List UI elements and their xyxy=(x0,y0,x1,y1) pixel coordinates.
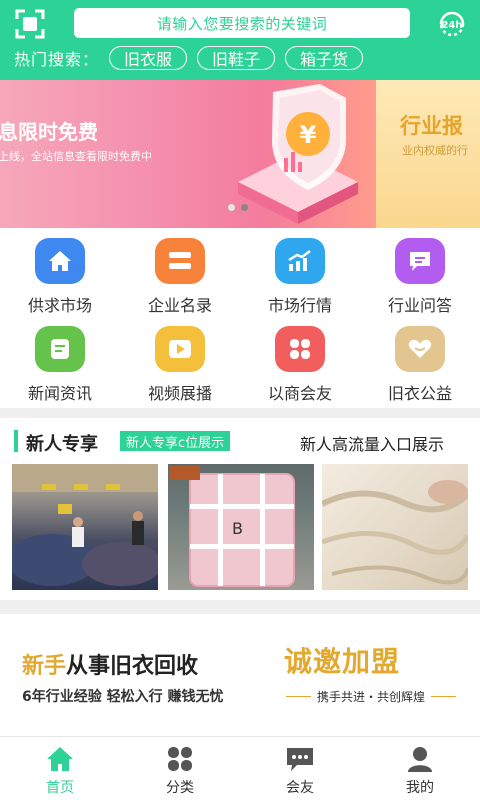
home-icon xyxy=(35,238,85,284)
grid-item-industry-qa[interactable]: 行业问答 xyxy=(360,228,480,316)
newbie-section-header: 新人专享 新人专享c位展示 新人高流量入口展示 xyxy=(0,424,480,458)
ad-subtitle: 6年行业经验 轻松入行 赚钱无忧 xyxy=(22,689,224,705)
banner-slide-main[interactable]: 息限时免费 上线，全站信息查看限时免费中 ¥ xyxy=(0,80,376,228)
nav-label: 我的 xyxy=(406,780,434,796)
nav-category[interactable]: 分类 xyxy=(120,737,240,800)
decor-line xyxy=(431,696,457,697)
document-icon xyxy=(35,326,85,372)
nav-label: 首页 xyxy=(46,780,74,796)
grid-icon xyxy=(165,745,195,773)
banner-next-title: 行业报 xyxy=(400,114,463,138)
grid-label: 市场行情 xyxy=(267,296,332,315)
svg-text:B: B xyxy=(232,519,243,538)
ad-join-subtitle: 携手共进・共创辉煌 xyxy=(286,688,457,705)
photo-bales[interactable]: B xyxy=(168,464,314,590)
nav-home[interactable]: 首页 xyxy=(0,737,120,800)
ad-join-title: 诚邀加盟 xyxy=(284,645,401,678)
service-label: 24h xyxy=(441,20,462,31)
four-petal-icon xyxy=(275,326,325,372)
recruit-ad-banner[interactable]: 新手从事旧衣回收 6年行业经验 轻松入行 赚钱无忧 诚邀加盟 携手共进・共创辉煌 xyxy=(0,614,480,736)
bottom-nav: 首页 分类 会友 我的 xyxy=(0,736,480,800)
grid-item-charity[interactable]: 旧衣公益 xyxy=(360,316,480,404)
chat-bubble-icon xyxy=(395,238,445,284)
carousel-dot[interactable] xyxy=(228,204,235,211)
photo-warehouse[interactable] xyxy=(12,464,158,590)
hot-tag-2[interactable]: 箱子货 xyxy=(285,46,364,70)
search-placeholder: 请输入您要搜索的关键词 xyxy=(156,14,328,33)
grid-label: 以商会友 xyxy=(267,384,332,403)
nav-profile[interactable]: 我的 xyxy=(360,737,480,800)
svg-text:¥: ¥ xyxy=(300,121,317,149)
nav-label: 会友 xyxy=(286,780,314,796)
newbie-photos: B xyxy=(0,464,480,590)
decor-line xyxy=(286,696,311,697)
grid-item-news[interactable]: 新闻资讯 xyxy=(0,316,120,404)
banner-slide-next[interactable]: 行业报 业内权威的行 xyxy=(376,80,480,228)
grid-label: 新闻资讯 xyxy=(27,384,92,403)
photo-fabric[interactable] xyxy=(322,464,468,590)
newbie-tag[interactable]: 新人专享c位展示 xyxy=(120,431,231,451)
trend-chart-icon xyxy=(275,238,325,284)
newbie-right-link[interactable]: 新人高流量入口展示 xyxy=(300,431,444,455)
grid-label: 行业问答 xyxy=(387,296,452,315)
ad-headline-rest: 从事旧衣回收 xyxy=(66,654,199,679)
list-icon xyxy=(155,238,205,284)
ad-headline-highlight: 新手 xyxy=(22,654,67,679)
home-icon xyxy=(45,745,75,773)
nav-label: 分类 xyxy=(166,780,194,796)
carousel-dot-active[interactable] xyxy=(241,204,248,211)
section-accent-bar xyxy=(14,430,18,452)
hot-search-label: 热门搜索： xyxy=(14,50,100,69)
grid-item-business-friends[interactable]: 以商会友 xyxy=(240,316,360,404)
search-input[interactable]: 请输入您要搜索的关键词 xyxy=(74,8,410,38)
carousel-dots xyxy=(228,204,254,211)
grid-label: 企业名录 xyxy=(147,296,212,315)
category-grid: 供求市场 企业名录 市场行情 行业问答 新闻资讯 视频展播 以商会友 旧衣公益 xyxy=(0,228,480,408)
hot-tag-1[interactable]: 旧鞋子 xyxy=(197,46,276,70)
banner-subtitle: 上线，全站信息查看限时免费中 xyxy=(0,150,152,163)
grid-item-video[interactable]: 视频展播 xyxy=(120,316,240,404)
hot-tag-0[interactable]: 旧衣服 xyxy=(109,46,188,70)
grid-item-market-quotes[interactable]: 市场行情 xyxy=(240,228,360,316)
heart-icon xyxy=(395,326,445,372)
grid-label: 视频展播 xyxy=(147,384,212,403)
scan-icon[interactable] xyxy=(14,8,46,40)
ad-join-sub-text: 携手共进・共创辉煌 xyxy=(317,690,426,704)
play-icon xyxy=(155,326,205,372)
newbie-title: 新人专享 xyxy=(26,434,98,455)
nav-friends[interactable]: 会友 xyxy=(240,737,360,800)
hot-search-row: 热门搜索： 旧衣服 旧鞋子 箱子货 xyxy=(14,45,373,71)
header: 请输入您要搜索的关键词 24h 热门搜索： 旧衣服 旧鞋子 箱子货 xyxy=(0,0,480,80)
customer-service-24h-icon[interactable]: 24h xyxy=(436,8,468,40)
grid-label: 供求市场 xyxy=(27,296,92,315)
banner-next-subtitle: 业内权威的行 xyxy=(402,144,468,157)
chat-icon xyxy=(285,745,315,773)
user-icon xyxy=(405,745,435,773)
ad-headline: 新手从事旧衣回收 xyxy=(22,648,198,680)
grid-item-company-directory[interactable]: 企业名录 xyxy=(120,228,240,316)
section-divider xyxy=(0,408,480,418)
grid-label: 旧衣公益 xyxy=(387,384,452,403)
section-divider xyxy=(0,600,480,614)
banner-carousel[interactable]: 息限时免费 上线，全站信息查看限时免费中 ¥ 行业报 业内权威的行 xyxy=(0,80,480,228)
grid-item-supply-market[interactable]: 供求市场 xyxy=(0,228,120,316)
banner-title: 息限时免费 xyxy=(0,120,98,144)
